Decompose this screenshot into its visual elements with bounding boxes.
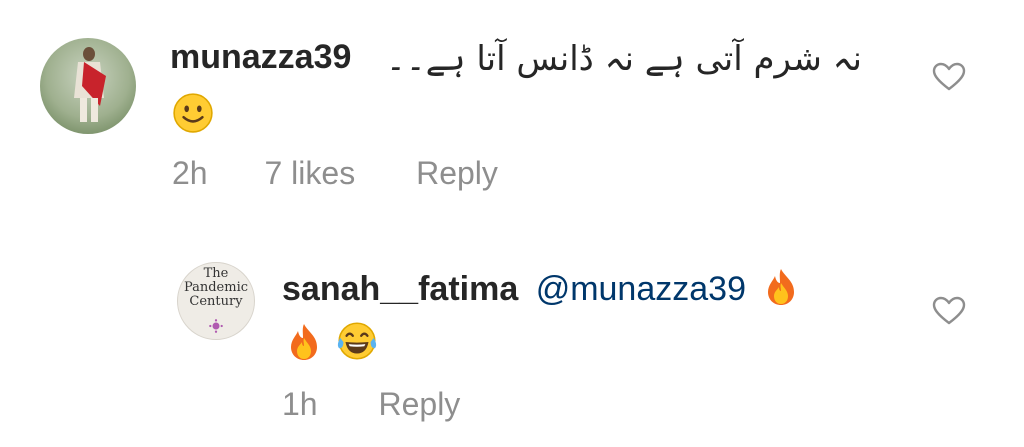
comment-username[interactable]: sanah__fatima <box>282 270 518 308</box>
comment-meta: 2h 7 likes Reply <box>172 155 498 192</box>
tears-of-joy-emoji <box>337 322 377 360</box>
comment-meta: 1h Reply <box>282 386 460 423</box>
comment-username[interactable]: munazza39 <box>170 38 351 77</box>
comment-munazza39: munazza39 نہ شرم آتی ہے نہ ڈانس آتا ہے۔۔… <box>0 0 1024 220</box>
heart-icon[interactable] <box>932 296 966 326</box>
fire-emoji <box>291 324 317 360</box>
profile-photo-icon <box>74 47 106 122</box>
comment-text: نہ شرم آتی ہے نہ ڈانس آتا ہے۔۔ <box>385 39 862 79</box>
virus-icon <box>209 319 223 333</box>
reply-button[interactable]: Reply <box>378 386 460 423</box>
avatar[interactable]: The Pandemic Century <box>177 262 255 340</box>
fire-emoji <box>768 269 795 306</box>
avatar-book-line: Century <box>189 294 243 309</box>
avatar-book-line: The <box>203 266 229 281</box>
reply-button[interactable]: Reply <box>416 155 498 192</box>
comment-time: 1h <box>282 386 318 422</box>
comment-time: 2h <box>172 155 208 191</box>
heart-icon[interactable] <box>932 62 966 92</box>
slightly-smiling-face-emoji <box>173 93 213 133</box>
mention-link[interactable]: @munazza39 <box>536 270 746 308</box>
avatar-book-cover: The Pandemic Century <box>178 267 254 309</box>
comment-sanah-fatima: The Pandemic Century sanah__fatima @muna… <box>0 220 1024 447</box>
avatar-book-line: Pandemic <box>183 280 249 295</box>
comment-body-line: sanah__fatima @munazza39 <box>282 269 801 309</box>
avatar[interactable] <box>40 38 136 134</box>
comment-likes[interactable]: 7 likes <box>264 155 355 192</box>
